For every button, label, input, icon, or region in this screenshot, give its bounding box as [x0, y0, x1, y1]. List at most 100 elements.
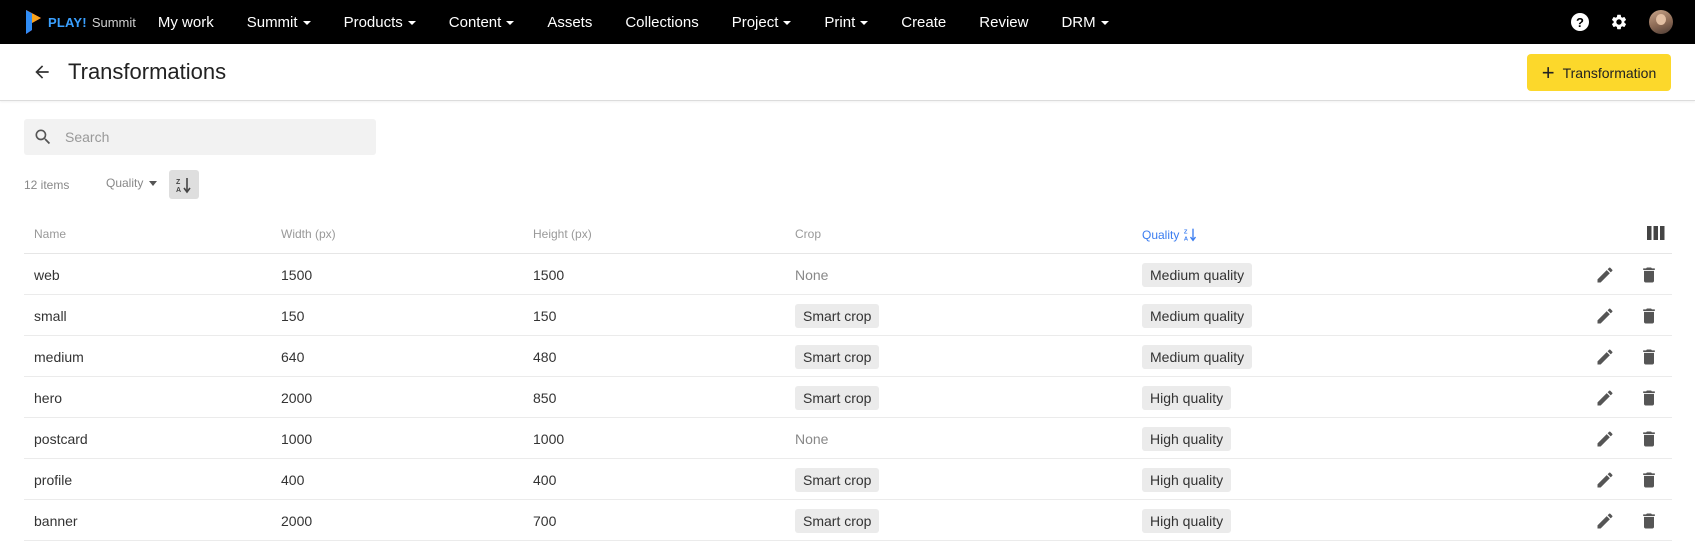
- edit-icon[interactable]: [1595, 336, 1615, 377]
- column-header-quality[interactable]: Quality Z A: [1142, 227, 1198, 242]
- top-navbar: PLAY! Summit My work Summit Products Conten…: [0, 0, 1695, 44]
- plus-icon: +: [1541, 59, 1555, 85]
- edit-icon[interactable]: [1595, 377, 1615, 418]
- cell-crop: Smart crop: [795, 336, 880, 377]
- table-body: web 1500 1500 None Medium quality small 150 150…: [24, 254, 1672, 541]
- nav-item-content[interactable]: Content: [449, 14, 515, 31]
- quality-chip: High quality: [1142, 385, 1232, 410]
- trash-icon[interactable]: [1639, 418, 1659, 459]
- svg-text:A: A: [176, 187, 181, 194]
- quality-chip: Medium quality: [1142, 344, 1253, 369]
- logo-summit-text: Summit: [91, 14, 136, 30]
- trash-icon[interactable]: [1639, 377, 1659, 418]
- nav-item-drm[interactable]: DRM: [1061, 13, 1109, 31]
- nav-item-label: Print: [824, 13, 856, 31]
- edit-icon[interactable]: [1595, 459, 1615, 500]
- edit-icon[interactable]: [1595, 418, 1615, 459]
- trash-icon[interactable]: [1639, 254, 1659, 295]
- table-row[interactable]: postcard 1000 1000 None High quality: [24, 418, 1672, 459]
- cell-crop: None: [795, 430, 829, 447]
- quality-chip: Medium quality: [1142, 262, 1253, 287]
- cell-quality: High quality: [1142, 459, 1232, 500]
- nav-item-label: My work: [157, 13, 214, 31]
- nav-item-label: Collections: [625, 13, 699, 31]
- crop-chip: Smart crop: [795, 467, 880, 492]
- app-logo[interactable]: PLAY! Summit: [24, 0, 136, 44]
- sort-direction-button[interactable]: Z A: [169, 170, 199, 199]
- column-header-quality-label: Quality: [1142, 227, 1180, 242]
- table-row[interactable]: profile 400 400 Smart crop High quality: [24, 459, 1672, 500]
- trash-icon[interactable]: [1639, 459, 1659, 500]
- cell-height: 480: [533, 348, 557, 365]
- page-title: Transformations: [68, 59, 227, 84]
- cell-quality: High quality: [1142, 418, 1232, 459]
- transformations-table: Name Width (px) Height (px) Crop Quality…: [24, 218, 1672, 541]
- main-menu: My work Summit Products Content Assets Collec…: [158, 0, 1142, 44]
- user-avatar[interactable]: [1649, 10, 1673, 34]
- quality-chip: High quality: [1142, 508, 1232, 533]
- cell-height: 400: [533, 471, 557, 488]
- nav-item-assets[interactable]: Assets: [547, 14, 592, 31]
- trash-icon[interactable]: [1639, 295, 1659, 336]
- sort-descending-icon: Z A: [176, 177, 191, 194]
- nav-item-my-work[interactable]: My work: [158, 14, 214, 31]
- search-input[interactable]: [65, 129, 355, 145]
- nav-item-products[interactable]: Products: [344, 14, 416, 31]
- quality-chip: High quality: [1142, 426, 1232, 451]
- edit-icon[interactable]: [1595, 254, 1615, 295]
- table-row[interactable]: medium 640 480 Smart crop Medium quality: [24, 336, 1672, 377]
- logo-play-text: PLAY!: [48, 14, 87, 30]
- crop-chip: Smart crop: [795, 508, 880, 533]
- column-header-crop[interactable]: Crop: [795, 227, 821, 241]
- play-logo-icon: [26, 10, 41, 34]
- cell-crop: Smart crop: [795, 295, 880, 336]
- nav-item-summit[interactable]: Summit: [247, 14, 311, 31]
- column-header-height[interactable]: Height (px): [533, 227, 592, 241]
- sort-field-dropdown[interactable]: Quality: [106, 176, 158, 190]
- help-icon[interactable]: ?: [1571, 13, 1589, 31]
- svg-text:Z: Z: [176, 179, 181, 186]
- caret-down-icon: [1100, 21, 1109, 25]
- nav-item-label: DRM: [1061, 13, 1096, 31]
- cell-width: 1000: [281, 430, 313, 447]
- cell-name: small: [34, 307, 67, 324]
- nav-item-label: Assets: [547, 13, 593, 31]
- column-header-width[interactable]: Width (px): [281, 227, 336, 241]
- cell-height: 1500: [533, 266, 565, 283]
- table-row[interactable]: small 150 150 Smart crop Medium quality: [24, 295, 1672, 336]
- nav-item-create[interactable]: Create: [901, 14, 946, 31]
- cell-height: 150: [533, 307, 557, 324]
- table-row[interactable]: banner 2000 700 Smart crop High quality: [24, 500, 1672, 541]
- trash-icon[interactable]: [1639, 336, 1659, 377]
- caret-down-icon: [783, 21, 792, 25]
- table-row[interactable]: hero 2000 850 Smart crop High quality: [24, 377, 1672, 418]
- column-settings-icon[interactable]: [1647, 226, 1665, 240]
- cell-name: hero: [34, 389, 63, 406]
- edit-icon[interactable]: [1595, 500, 1615, 541]
- nav-item-project[interactable]: Project: [732, 14, 792, 31]
- trash-icon[interactable]: [1639, 500, 1659, 541]
- cell-crop: Smart crop: [795, 377, 880, 418]
- nav-item-print[interactable]: Print: [824, 13, 869, 31]
- quality-chip: High quality: [1142, 467, 1232, 492]
- cell-width: 2000: [281, 389, 313, 406]
- caret-down-icon: [407, 21, 416, 25]
- nav-right-group: ?: [1571, 0, 1695, 44]
- add-button-label: Transformation: [1562, 64, 1657, 81]
- gear-icon[interactable]: [1610, 13, 1628, 31]
- column-header-name[interactable]: Name: [34, 227, 66, 241]
- quality-chip: Medium quality: [1142, 303, 1253, 328]
- nav-item-review[interactable]: Review: [979, 14, 1028, 31]
- table-row[interactable]: web 1500 1500 None Medium quality: [24, 254, 1672, 295]
- cell-crop: None: [795, 266, 829, 283]
- svg-text:Z: Z: [1184, 230, 1188, 236]
- cell-quality: Medium quality: [1142, 254, 1253, 295]
- cell-quality: Medium quality: [1142, 336, 1253, 377]
- add-transformation-button[interactable]: + Transformation: [1527, 54, 1671, 91]
- search-icon: [33, 127, 53, 147]
- nav-item-collections[interactable]: Collections: [625, 14, 698, 31]
- edit-icon[interactable]: [1595, 295, 1615, 336]
- back-arrow-icon[interactable]: [32, 62, 52, 82]
- page-header: Transformations + Transformation: [0, 44, 1695, 101]
- cell-height: 850: [533, 389, 557, 406]
